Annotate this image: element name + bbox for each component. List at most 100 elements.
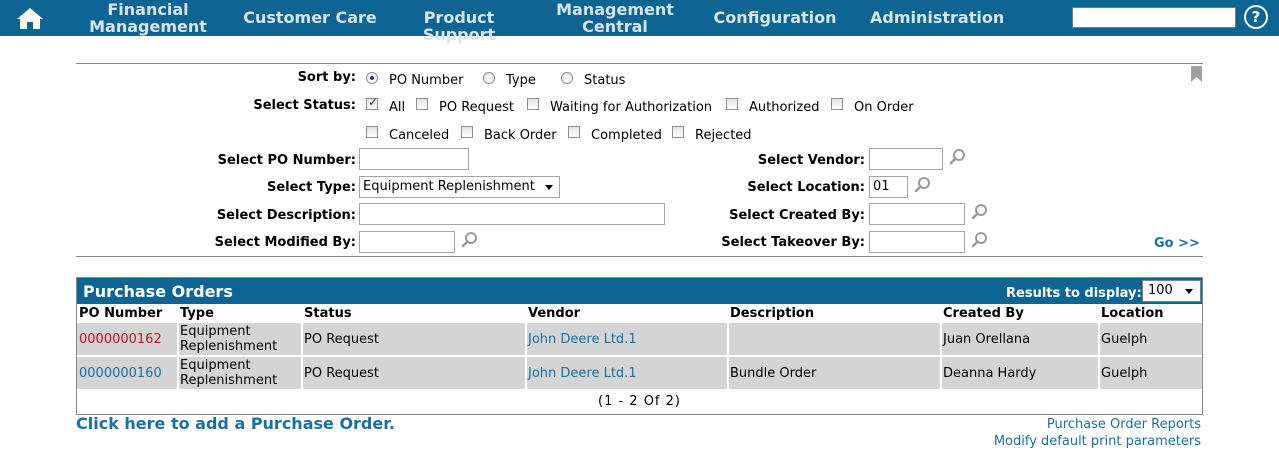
search-icon[interactable] (949, 148, 967, 166)
type-cell: Equipment Replenishment (180, 358, 277, 388)
status-po-request-checkbox[interactable] (416, 98, 428, 110)
column-header-type[interactable]: Type (180, 306, 214, 321)
sort-status-radio[interactable] (561, 72, 573, 84)
purchase-order-reports-link[interactable]: Purchase Order Reports (1047, 417, 1201, 432)
sort-type-label: Type (506, 73, 536, 88)
sort-status-label: Status (584, 73, 626, 88)
type-cell-line: Replenishment (180, 339, 278, 354)
search-icon[interactable] (971, 203, 989, 221)
type-cell-line: Equipment (180, 358, 251, 373)
column-separator (525, 357, 527, 389)
sort-po-number-radio[interactable] (366, 72, 378, 84)
status-all-checkbox[interactable] (366, 95, 378, 110)
divider (76, 63, 1203, 64)
chevron-down-icon (1185, 289, 1193, 294)
type-select[interactable]: Equipment Replenishment (359, 176, 560, 198)
status-waiting-authorization-checkbox[interactable] (527, 98, 539, 110)
status-authorized-checkbox[interactable] (726, 98, 738, 110)
location-cell: Guelph (1101, 366, 1148, 381)
status-all-label: All (389, 100, 406, 115)
nav-product-support[interactable]: Product Support (385, 9, 533, 43)
status-rejected-label: Rejected (695, 128, 752, 143)
description-cell: Bundle Order (730, 366, 817, 381)
status-po-request-label: PO Request (439, 100, 515, 115)
vendor-link[interactable]: John Deere Ltd.1 (528, 332, 637, 347)
results-select-value: 100 (1148, 283, 1173, 298)
nav-label-line: Customer Care (243, 8, 377, 27)
select-po-number-label: Select PO Number: (217, 153, 356, 168)
global-search-input[interactable] (1072, 7, 1236, 28)
select-type-label: Select Type: (266, 180, 356, 195)
status-completed-checkbox[interactable] (568, 126, 580, 138)
modify-print-parameters-link[interactable]: Modify default print parameters (994, 434, 1201, 449)
help-icon[interactable]: ? (1244, 5, 1268, 29)
vendor-input[interactable] (869, 148, 943, 170)
divider (76, 256, 1203, 257)
po-number-input[interactable] (359, 148, 469, 170)
status-back-order-checkbox[interactable] (461, 126, 473, 138)
location-input[interactable]: 01 (869, 176, 908, 198)
status-on-order-label: On Order (854, 100, 914, 115)
results-to-display-label: Results to display: (1006, 286, 1142, 301)
column-header-created-by[interactable]: Created By (943, 306, 1024, 321)
status-completed-label: Completed (591, 128, 662, 143)
status-rejected-checkbox[interactable] (672, 126, 684, 138)
po-number-link[interactable]: 0000000160 (79, 366, 162, 381)
nav-label-line: Management (89, 17, 207, 36)
column-header-vendor[interactable]: Vendor (528, 306, 580, 321)
panel-title: Purchase Orders (83, 282, 233, 301)
select-takeover-by-label: Select Takeover By: (721, 235, 865, 250)
top-nav: Financial Management Customer Care Produ… (0, 0, 1279, 43)
nav-management-central[interactable]: Management Central (553, 1, 677, 35)
vendor-link[interactable]: John Deere Ltd.1 (528, 366, 637, 381)
takeover-by-input[interactable] (869, 231, 965, 253)
column-header-status[interactable]: Status (304, 306, 352, 321)
search-icon[interactable] (971, 231, 989, 249)
modified-by-input[interactable] (359, 231, 455, 253)
column-header-po-number[interactable]: PO Number (79, 306, 162, 321)
column-header-description[interactable]: Description (730, 306, 814, 321)
column-separator (727, 323, 729, 355)
go-button[interactable]: Go >> (1154, 236, 1200, 251)
type-cell-line: Replenishment (180, 373, 278, 388)
status-cell: PO Request (304, 366, 380, 381)
nav-label-line: Product Support (422, 8, 496, 44)
po-number-link[interactable]: 0000000162 (79, 332, 162, 347)
nav-configuration[interactable]: Configuration (712, 9, 838, 26)
column-separator (727, 357, 729, 389)
status-cell: PO Request (304, 332, 380, 347)
column-header-location[interactable]: Location (1101, 306, 1164, 321)
status-canceled-checkbox[interactable] (366, 126, 378, 138)
table-row: 0000000162 Equipment Replenishment PO Re… (77, 323, 1202, 355)
results-to-display-select[interactable]: 100 (1142, 280, 1201, 302)
sort-by-label: Sort by: (297, 70, 356, 85)
description-input[interactable] (359, 203, 665, 225)
nav-customer-care[interactable]: Customer Care (242, 9, 378, 26)
add-purchase-order-link[interactable]: Click here to add a Purchase Order. (76, 414, 395, 433)
column-separator (301, 357, 303, 389)
column-separator (177, 357, 179, 389)
nav-administration[interactable]: Administration (870, 9, 1004, 26)
created-by-cell: Juan Orellana (943, 332, 1031, 347)
home-icon[interactable] (16, 6, 44, 30)
column-separator (301, 323, 303, 355)
column-separator (1098, 323, 1100, 355)
created-by-cell: Deanna Hardy (943, 366, 1037, 381)
status-authorized-label: Authorized (749, 100, 820, 115)
column-separator (525, 323, 527, 355)
sort-type-radio[interactable] (483, 72, 495, 84)
nav-label-line: Financial (107, 0, 189, 19)
search-icon[interactable] (461, 231, 479, 249)
chevron-down-icon (545, 185, 553, 190)
type-select-value: Equipment Replenishment (363, 179, 535, 194)
column-separator (1098, 357, 1100, 389)
type-cell-line: Equipment (180, 324, 251, 339)
created-by-input[interactable] (869, 203, 965, 225)
select-status-label: Select Status: (253, 98, 356, 113)
column-separator (177, 323, 179, 355)
status-on-order-checkbox[interactable] (831, 98, 843, 110)
nav-label-line: Administration (870, 8, 1005, 27)
nav-financial-management[interactable]: Financial Management (86, 1, 210, 35)
search-icon[interactable] (914, 176, 932, 194)
bookmark-icon[interactable] (1191, 66, 1202, 82)
